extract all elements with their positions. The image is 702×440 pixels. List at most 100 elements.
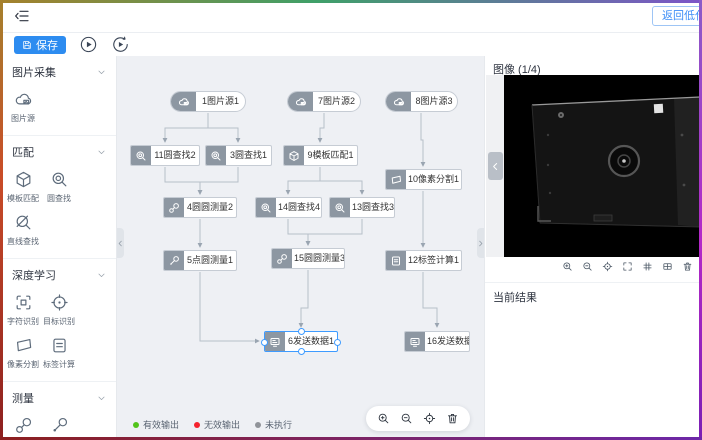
node-icon-box [206, 146, 226, 165]
flow-edge [320, 167, 362, 194]
flow-node[interactable]: 11圆查找2 [130, 145, 200, 166]
node-handle[interactable] [334, 339, 341, 346]
node-icon-box [164, 198, 184, 217]
legend-label: 未执行 [265, 418, 292, 431]
tool-label: 图片源 [11, 113, 35, 124]
flow-node[interactable]: 1图片源1 [170, 91, 246, 112]
node-label: 12标签计算1 [406, 251, 461, 270]
tool-item[interactable]: 点圆测量 [41, 416, 77, 440]
section-header[interactable]: 深度学习 [0, 265, 116, 285]
compare-icon[interactable] [662, 261, 673, 272]
flow-node[interactable]: 9模板匹配1 [283, 145, 358, 166]
play-icon [79, 35, 98, 54]
zoom-in-icon[interactable] [377, 412, 390, 425]
flow-node[interactable]: 15圆圆测量3 [271, 248, 345, 269]
node-label: 5点圆测量1 [184, 251, 236, 270]
segment-icon [390, 174, 402, 186]
image-toolbar [562, 261, 693, 272]
section-header[interactable]: 匹配 [0, 142, 116, 162]
line-find-icon [14, 213, 33, 232]
tool-item[interactable]: 像素分割 [5, 336, 41, 370]
node-icon-box [386, 92, 411, 111]
node-label: 4圆圆测量2 [184, 198, 236, 217]
menu-fold-icon[interactable] [14, 8, 30, 24]
section-header[interactable]: 图片采集 [0, 62, 116, 82]
flow-edge [200, 272, 259, 341]
flow-edge [301, 270, 308, 327]
doc-icon [390, 255, 402, 267]
flow-canvas[interactable]: 1图片源1 7图片源2 8图片源3 11圆查找2 3圆查找1 9模板匹配1 10像素分割1 4… [117, 56, 484, 440]
locate-icon[interactable] [602, 261, 613, 272]
run-button[interactable] [79, 35, 98, 54]
flow-node[interactable]: 14圆查找4 [255, 197, 322, 218]
node-icon-box [386, 170, 406, 189]
target-icon [50, 293, 69, 312]
tool-item[interactable]: 图片源 [5, 90, 41, 124]
flow-node[interactable]: 5点圆测量1 [163, 250, 237, 271]
tool-item[interactable]: 圆圆测量 [5, 416, 41, 440]
trash-icon[interactable] [446, 412, 459, 425]
flow-node[interactable]: 3圆查找1 [205, 145, 272, 166]
section-header[interactable]: 测量 [0, 388, 116, 408]
tool-item[interactable]: 模板匹配 [5, 170, 41, 204]
panel-collapse-handle[interactable] [477, 228, 484, 258]
tool-sidebar: 图片采集图片源匹配模板匹配圆查找直线查找深度学习字符识别目标识别像素分割标签计算… [0, 56, 117, 440]
locate-icon[interactable] [423, 412, 436, 425]
node-label: 11圆查找2 [151, 146, 199, 165]
legend-item: 未执行 [255, 418, 292, 431]
node-handle[interactable] [261, 339, 268, 346]
tool-label: 圆查找 [47, 193, 71, 204]
image-panel: 图像 (1/4) [484, 56, 702, 440]
node-handle[interactable] [298, 348, 305, 355]
grid-icon[interactable] [642, 261, 653, 272]
flow-node[interactable]: 7图片源2 [287, 91, 361, 112]
tool-item[interactable]: 圆查找 [41, 170, 77, 204]
chevron-left-icon [491, 162, 500, 171]
flow-node[interactable]: 13圆查找3 [329, 197, 395, 218]
tool-item[interactable]: 字符识别 [5, 293, 41, 327]
tool-label: 目标识别 [43, 316, 75, 327]
save-button[interactable]: 保存 [14, 36, 66, 54]
prev-image-button[interactable] [488, 152, 503, 180]
node-handle[interactable] [298, 328, 305, 335]
legend-label: 无效输出 [204, 418, 240, 431]
measure-cc-icon [276, 253, 288, 265]
legend-item: 无效输出 [194, 418, 240, 431]
sidebar-collapse-handle[interactable] [117, 228, 124, 258]
chevron-down-icon [97, 271, 106, 280]
legend-dot [255, 422, 261, 428]
flow-node[interactable]: 6发送数据1 [264, 331, 338, 352]
cube-icon [288, 150, 300, 162]
tool-label: 标签计算 [43, 359, 75, 370]
flow-node[interactable]: 12标签计算1 [385, 250, 462, 271]
section-title: 深度学习 [12, 267, 56, 283]
flow-node[interactable]: 10像素分割1 [385, 169, 462, 190]
measure-cc-icon [168, 202, 180, 214]
run-loop-button[interactable] [111, 35, 130, 54]
node-icon-box [265, 332, 285, 351]
trash-icon[interactable] [682, 261, 693, 272]
back-to-lowcode-button[interactable]: 返回低代 [652, 6, 702, 26]
find-circle-icon [135, 150, 147, 162]
panel-divider [485, 282, 702, 283]
inspection-image[interactable] [504, 75, 702, 257]
flow-edge [165, 167, 200, 194]
zoom-out-icon[interactable] [582, 261, 593, 272]
zoom-out-icon[interactable] [400, 412, 413, 425]
fullscreen-icon[interactable] [622, 261, 633, 272]
image-nav-strip [486, 75, 504, 257]
flow-node[interactable]: 16发送数据2 [404, 331, 470, 352]
image-preview [486, 75, 702, 257]
measure-pc-icon [168, 255, 180, 267]
sidebar-section: 深度学习字符识别目标识别像素分割标签计算 [0, 259, 116, 382]
tool-item[interactable]: 直线查找 [5, 213, 41, 247]
tool-item[interactable]: 目标识别 [41, 293, 77, 327]
node-label: 7图片源2 [313, 92, 360, 111]
chevron-down-icon [97, 148, 106, 157]
send-icon [409, 336, 421, 348]
flow-node[interactable]: 8图片源3 [385, 91, 458, 112]
flow-node[interactable]: 4圆圆测量2 [163, 197, 237, 218]
tool-item[interactable]: 标签计算 [41, 336, 77, 370]
zoom-in-icon[interactable] [562, 261, 573, 272]
flow-edge [200, 167, 238, 194]
